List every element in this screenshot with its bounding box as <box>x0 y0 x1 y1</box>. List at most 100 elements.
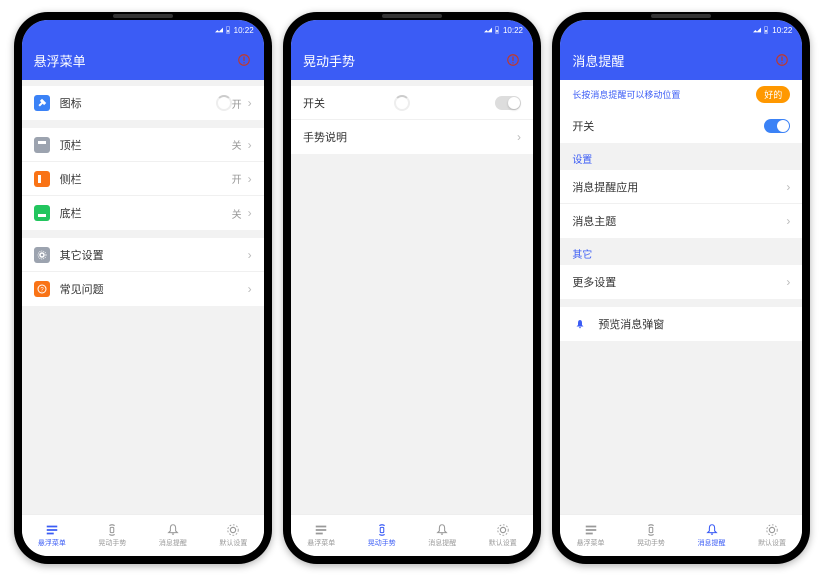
row-gesture-info[interactable]: 手势说明 › <box>291 120 533 154</box>
top-bar-icon <box>34 137 50 153</box>
nav-notify[interactable]: 消息提醒 <box>412 515 473 556</box>
bottom-nav: 悬浮菜单 晃动手势 消息提醒 默认设置 <box>560 514 802 556</box>
chevron-right-icon: › <box>786 276 790 288</box>
row-icon-setting[interactable]: 图标 开 › <box>22 86 264 120</box>
nav-label: 默认设置 <box>758 538 786 548</box>
nav-float-menu[interactable]: 悬浮菜单 <box>291 515 352 556</box>
gear-icon <box>226 523 240 537</box>
help-icon: ? <box>34 281 50 297</box>
warning-icon[interactable] <box>774 52 790 68</box>
row-value: 关 <box>232 206 242 221</box>
row-other-settings[interactable]: 其它设置 › <box>22 238 264 272</box>
chevron-right-icon: › <box>248 249 252 261</box>
phone-3: 10:22 消息提醒 长按消息提醒可以移动位置 好的 开关 设置 消息提 <box>552 12 810 564</box>
chevron-right-icon: › <box>248 139 252 151</box>
bottom-bar-icon <box>34 205 50 221</box>
status-icons <box>484 26 500 34</box>
nav-label: 晃动手势 <box>637 538 665 548</box>
bell-icon <box>435 523 449 537</box>
chevron-right-icon: › <box>248 173 252 185</box>
nav-default[interactable]: 默认设置 <box>742 515 803 556</box>
row-label: 消息主题 <box>572 213 780 229</box>
row-notify-apps[interactable]: 消息提醒应用 › <box>560 170 802 204</box>
gear-icon <box>34 247 50 263</box>
chevron-right-icon: › <box>248 97 252 109</box>
nav-label: 默认设置 <box>489 538 517 548</box>
nav-float-menu[interactable]: 悬浮菜单 <box>22 515 83 556</box>
loading-icon <box>216 95 232 111</box>
phone-2: 10:22 晃动手势 开关 手势说明 › <box>283 12 541 564</box>
row-notify-theme[interactable]: 消息主题 › <box>560 204 802 238</box>
chevron-right-icon: › <box>517 131 521 143</box>
row-more-settings[interactable]: 更多设置 › <box>560 265 802 299</box>
nav-label: 晃动手势 <box>98 538 126 548</box>
row-label: 更多设置 <box>572 274 780 290</box>
nav-default[interactable]: 默认设置 <box>203 515 264 556</box>
tip-ok-button[interactable]: 好的 <box>756 86 790 103</box>
status-icons <box>753 26 769 34</box>
row-label: 常见问题 <box>60 281 242 297</box>
status-bar: 10:22 <box>22 20 264 40</box>
warning-icon[interactable] <box>505 52 521 68</box>
loading-icon <box>394 95 410 111</box>
bell-icon <box>166 523 180 537</box>
nav-label: 消息提醒 <box>159 538 187 548</box>
status-bar: 10:22 <box>560 20 802 40</box>
toggle-switch[interactable] <box>764 119 790 133</box>
app-bar: 晃动手势 <box>291 40 533 80</box>
section-header: 设置 <box>560 143 802 170</box>
nav-default[interactable]: 默认设置 <box>472 515 533 556</box>
nav-label: 晃动手势 <box>368 538 396 548</box>
row-switch[interactable]: 开关 <box>560 109 802 143</box>
section: 图标 开 › <box>22 86 264 120</box>
tip-text: 长按消息提醒可以移动位置 <box>572 88 680 101</box>
row-sidebar[interactable]: 侧栏 开 › <box>22 162 264 196</box>
row-bottombar[interactable]: 底栏 关 › <box>22 196 264 230</box>
nav-float-menu[interactable]: 悬浮菜单 <box>560 515 621 556</box>
nav-shake[interactable]: 晃动手势 <box>351 515 412 556</box>
shake-icon <box>375 523 389 537</box>
row-label: 其它设置 <box>60 247 242 263</box>
section-header: 其它 <box>560 238 802 265</box>
nav-label: 消息提醒 <box>428 538 456 548</box>
row-label: 开关 <box>303 95 388 111</box>
nav-shake[interactable]: 晃动手势 <box>82 515 143 556</box>
nav-notify[interactable]: 消息提醒 <box>143 515 204 556</box>
chevron-right-icon: › <box>786 215 790 227</box>
phone-1: 10:22 悬浮菜单 图标 开 › <box>14 12 272 564</box>
section: 其它设置 › ? 常见问题 › <box>22 238 264 306</box>
content: 开关 手势说明 › <box>291 80 533 514</box>
tip-bar: 长按消息提醒可以移动位置 好的 <box>560 80 802 109</box>
row-label: 顶栏 <box>60 137 232 153</box>
section: 开关 <box>560 109 802 143</box>
nav-shake[interactable]: 晃动手势 <box>621 515 682 556</box>
app-title: 悬浮菜单 <box>34 51 86 70</box>
row-value: 关 <box>232 137 242 152</box>
chevron-right-icon: › <box>248 283 252 295</box>
menu-icon <box>45 523 59 537</box>
bell-icon <box>705 523 719 537</box>
section: 消息提醒应用 › 消息主题 › <box>560 170 802 238</box>
status-time: 10:22 <box>503 26 523 35</box>
nav-label: 悬浮菜单 <box>38 538 66 548</box>
nav-label: 默认设置 <box>219 538 247 548</box>
row-topbar[interactable]: 顶栏 关 › <box>22 128 264 162</box>
section: 更多设置 › <box>560 265 802 299</box>
row-switch[interactable]: 开关 <box>291 86 533 120</box>
row-value: 开 <box>232 171 242 186</box>
content: 长按消息提醒可以移动位置 好的 开关 设置 消息提醒应用 › 消息主题 › <box>560 80 802 514</box>
warning-icon[interactable] <box>236 52 252 68</box>
nav-notify[interactable]: 消息提醒 <box>681 515 742 556</box>
row-label: 预览消息弹窗 <box>598 316 790 332</box>
row-label: 消息提醒应用 <box>572 179 780 195</box>
row-faq[interactable]: ? 常见问题 › <box>22 272 264 306</box>
toggle-switch[interactable] <box>495 96 521 110</box>
pin-icon <box>34 95 50 111</box>
gear-icon <box>496 523 510 537</box>
gear-icon <box>765 523 779 537</box>
status-icons <box>215 26 231 34</box>
menu-icon <box>584 523 598 537</box>
row-preview-popup[interactable]: 预览消息弹窗 <box>560 307 802 341</box>
shake-icon <box>105 523 119 537</box>
bottom-nav: 悬浮菜单 晃动手势 消息提醒 默认设置 <box>22 514 264 556</box>
